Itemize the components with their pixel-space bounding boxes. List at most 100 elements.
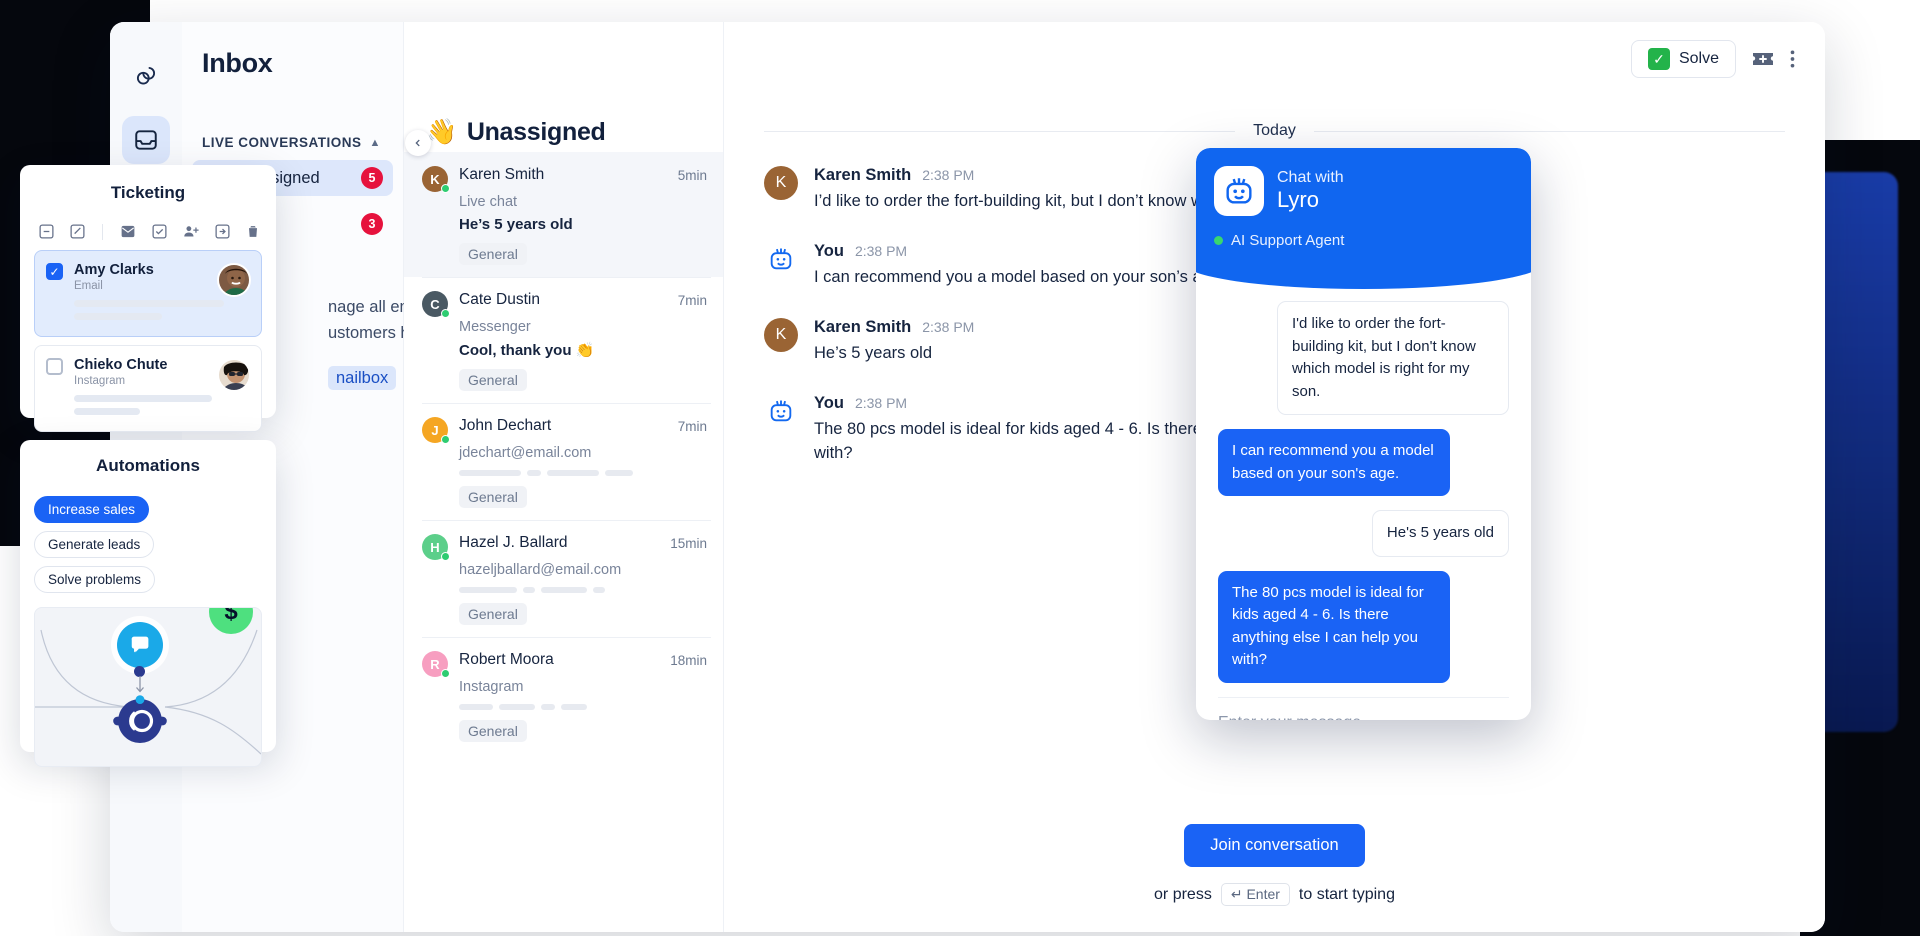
timestamp: 7min bbox=[677, 293, 707, 308]
assign-user-icon[interactable] bbox=[182, 223, 200, 240]
robot-icon bbox=[1214, 166, 1264, 216]
robot-icon bbox=[764, 394, 798, 428]
message-author: Karen Smith bbox=[814, 317, 912, 336]
robot-icon bbox=[764, 242, 798, 276]
status-badge: 5 bbox=[361, 167, 383, 189]
message-preview: He’s 5 years old bbox=[459, 216, 573, 233]
thread-footer: Join conversation or press ↵ Enter to st… bbox=[724, 824, 1825, 932]
online-dot-icon bbox=[1214, 236, 1223, 245]
solve-button-label: Solve bbox=[1678, 50, 1719, 67]
avatar-initial: K bbox=[430, 171, 440, 187]
chat-bubble-user: I'd like to order the fort-building kit,… bbox=[1277, 301, 1509, 415]
contact-name: Cate Dustin bbox=[459, 291, 540, 308]
checkbox-checked-icon[interactable]: ✓ bbox=[46, 263, 63, 280]
pill-generate-leads[interactable]: Generate leads bbox=[34, 531, 155, 558]
lyro-composer: Enter your message... bbox=[1218, 696, 1509, 721]
add-ticket-icon[interactable] bbox=[1750, 49, 1776, 69]
list-item[interactable]: R Robert Moora 18min Instagram General bbox=[404, 637, 723, 754]
list-item[interactable]: K Karen Smith 5min Live chat He’s 5 year… bbox=[404, 152, 723, 277]
checkbox-unchecked-icon[interactable] bbox=[46, 358, 63, 375]
thread-toolbar: ✓ Solve bbox=[724, 22, 1825, 96]
contact-name: Robert Moora bbox=[459, 651, 554, 668]
tag-badge: General bbox=[459, 369, 527, 391]
mark-unread-icon[interactable] bbox=[119, 223, 137, 240]
edit-box-icon[interactable] bbox=[69, 223, 86, 240]
avatar-initial: R bbox=[430, 656, 440, 672]
tag-badge: General bbox=[459, 243, 527, 265]
automations-card: Automations Increase sales Generate lead… bbox=[20, 440, 276, 767]
timestamp: 15min bbox=[670, 536, 707, 551]
automation-flow-canvas[interactable]: $ bbox=[34, 607, 262, 767]
list-item[interactable]: C Cate Dustin 7min Messenger Cool, thank… bbox=[404, 277, 723, 403]
lyro-header: Chat with Lyro AI Support Agent bbox=[1196, 148, 1531, 289]
conversation-items: K Karen Smith 5min Live chat He’s 5 year… bbox=[404, 152, 723, 754]
ticket-contact-name: Chieko Chute bbox=[74, 357, 168, 373]
message-author: Karen Smith bbox=[814, 166, 912, 184]
avatar-initial: K bbox=[775, 325, 787, 343]
rail-item-inbox[interactable] bbox=[122, 116, 170, 164]
press-hint-suffix: to start typing bbox=[1298, 885, 1395, 903]
conversation-list-title: 👋 Unassigned bbox=[426, 118, 606, 147]
join-conversation-button[interactable]: Join conversation bbox=[1184, 824, 1365, 867]
conversation-list: 👋 Unassigned K Karen Smith 5min Live cha… bbox=[404, 22, 724, 932]
rail-item-chats[interactable] bbox=[122, 52, 170, 100]
minus-box-icon[interactable] bbox=[38, 223, 55, 240]
lyro-subtitle: Chat with bbox=[1277, 168, 1344, 186]
tag-badge: General bbox=[459, 486, 527, 508]
chat-bubble-bot: The 80 pcs model is ideal for kids aged … bbox=[1218, 570, 1450, 683]
ticket-contact-name: Amy Clarks bbox=[74, 262, 154, 278]
pill-solve-problems[interactable]: Solve problems bbox=[34, 566, 156, 593]
solve-button[interactable]: ✓ Solve bbox=[1630, 40, 1736, 78]
status-badge-2: 3 bbox=[361, 213, 383, 235]
ticketing-toolbar bbox=[38, 223, 262, 240]
move-to-icon[interactable] bbox=[214, 223, 231, 240]
ticket-row[interactable]: ✓ Amy Clarks Email bbox=[34, 250, 262, 337]
more-vertical-icon[interactable] bbox=[1790, 49, 1795, 69]
message-time: 2:38 PM bbox=[922, 167, 975, 183]
collapse-sidebar-button[interactable] bbox=[405, 130, 431, 156]
screenshot-root: Inbox LIVE CONVERSATIONS ▲ 👋 Unassigned … bbox=[0, 0, 1920, 936]
mark-done-icon[interactable] bbox=[151, 223, 168, 240]
online-dot-icon bbox=[441, 435, 450, 444]
arrow-down-icon bbox=[135, 676, 145, 694]
preview-skeleton bbox=[459, 470, 707, 476]
preview-skeleton bbox=[459, 587, 707, 593]
folders-section-label: LIVE CONVERSATIONS bbox=[202, 135, 362, 150]
list-item[interactable]: J John Dechart 7min jdechart@email.com G… bbox=[404, 403, 723, 520]
checkbox-checked-icon: ✓ bbox=[1647, 48, 1670, 70]
message-text: I can recommend you a model based on you… bbox=[814, 267, 1225, 286]
chat-bubble-user: He's 5 years old bbox=[1371, 510, 1509, 557]
online-dot-icon bbox=[441, 552, 450, 561]
chats-icon bbox=[133, 63, 159, 89]
list-item[interactable]: H Hazel J. Ballard 15min hazeljballard@e… bbox=[404, 520, 723, 637]
avatar bbox=[217, 263, 251, 297]
automations-filter-pills: Increase sales Generate leads Solve prob… bbox=[34, 496, 262, 593]
day-separator: Today bbox=[764, 122, 1786, 140]
day-separator-label: Today bbox=[1253, 122, 1296, 139]
avatar-initial: H bbox=[430, 539, 440, 555]
channel-label: hazeljballard@email.com bbox=[459, 562, 622, 578]
folders-section-header[interactable]: LIVE CONVERSATIONS ▲ bbox=[182, 135, 403, 150]
page-title: Inbox bbox=[202, 48, 273, 78]
chat-bubble-icon[interactable] bbox=[117, 622, 163, 668]
avatar: H bbox=[422, 534, 450, 561]
message-text: He’s 5 years old bbox=[814, 343, 933, 362]
lyro-status: AI Support Agent bbox=[1214, 232, 1513, 249]
lyro-message-list: I'd like to order the fort-building kit,… bbox=[1196, 271, 1531, 689]
message-preview: Cool, thank you 👏 bbox=[459, 342, 595, 359]
online-dot-icon bbox=[441, 309, 450, 318]
avatar: J bbox=[422, 417, 450, 444]
toolbar-divider bbox=[102, 223, 103, 240]
lyro-chat-widget: Chat with Lyro AI Support Agent I'd like… bbox=[1196, 148, 1531, 720]
lyro-message-input[interactable]: Enter your message... bbox=[1218, 714, 1509, 721]
ticket-channel: Email bbox=[74, 280, 103, 292]
automation-ring-icon[interactable] bbox=[113, 694, 167, 748]
ticket-skeleton bbox=[74, 300, 224, 320]
ticket-row[interactable]: Chieko Chute Instagram bbox=[34, 345, 262, 432]
avatar-initial: C bbox=[430, 296, 440, 312]
ticketing-card-title: Ticketing bbox=[110, 183, 186, 202]
delete-icon[interactable] bbox=[245, 223, 261, 240]
chevron-up-icon[interactable]: ▲ bbox=[370, 137, 381, 149]
press-enter-hint: or press ↵ Enter to start typing bbox=[764, 883, 1785, 906]
pill-increase-sales[interactable]: Increase sales bbox=[34, 496, 150, 523]
